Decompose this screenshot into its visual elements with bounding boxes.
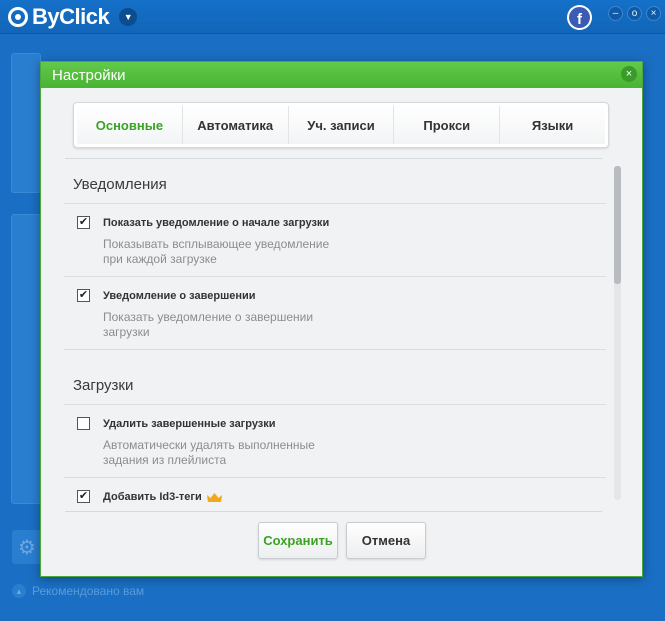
dialog-header: Настройки ×: [41, 62, 642, 88]
chevron-up-icon: ▲: [12, 584, 26, 598]
settings-content: Уведомления ✔ Показать уведомление о нач…: [64, 166, 606, 511]
setting-id3-tags: ✔ Добавить Id3-теги: [64, 478, 606, 511]
facebook-icon: f: [569, 7, 590, 28]
id3-tags-checkbox[interactable]: ✔: [77, 490, 90, 503]
section-title-downloads: Загрузки: [64, 367, 606, 405]
setting-title: Показать уведомление о начале загрузки: [103, 217, 330, 229]
tab-automation[interactable]: Автоматика: [182, 106, 289, 144]
dialog-title: Настройки: [52, 66, 126, 84]
setting-description: Показать уведомление о завершении загруз…: [103, 310, 314, 339]
minimize-button[interactable]: –: [608, 6, 623, 21]
tab-proxy[interactable]: Прокси: [394, 106, 501, 144]
start-notification-checkbox[interactable]: ✔: [77, 216, 90, 229]
maximize-button[interactable]: o: [627, 6, 642, 21]
save-button[interactable]: Сохранить: [258, 522, 338, 559]
setting-delete-completed: Удалить завершенные загрузки Автоматичес…: [64, 405, 606, 478]
tab-languages[interactable]: Языки: [500, 106, 605, 144]
delete-completed-checkbox[interactable]: [77, 417, 90, 430]
tabs-divider: [65, 158, 602, 159]
dialog-close-button[interactable]: ×: [621, 66, 637, 82]
tab-general[interactable]: Основные: [77, 106, 183, 144]
setting-title-row: Добавить Id3-теги: [103, 489, 606, 505]
tab-accounts[interactable]: Уч. записи: [288, 106, 395, 144]
footer-divider: [65, 511, 602, 512]
scrollbar-thumb[interactable]: [614, 166, 621, 284]
setting-title: Уведомление о завершении: [103, 290, 256, 302]
app-titlebar: ByClick ▼ f – o ×: [0, 0, 665, 34]
side-panel-top: [11, 53, 41, 193]
side-panel-middle: [11, 214, 41, 504]
facebook-button[interactable]: f: [567, 5, 592, 30]
byclick-logo-icon: [8, 7, 28, 27]
app-brand: ByClick: [32, 4, 110, 29]
app-logo: ByClick ▼: [8, 4, 138, 29]
setting-description: Показывать всплывающее уведомление при к…: [103, 237, 330, 266]
setting-description: Автоматически удалять выполненные задани…: [103, 438, 315, 467]
setting-complete-notification: ✔ Уведомление о завершении Показать увед…: [64, 277, 606, 350]
app-menu-chevron-icon[interactable]: ▼: [119, 8, 138, 26]
crown-icon: [206, 492, 222, 502]
setting-title: Удалить завершенные загрузки: [103, 418, 276, 430]
settings-gear-icon[interactable]: ⚙: [12, 530, 42, 564]
recommended-label: Рекомендовано вам: [32, 584, 145, 598]
window-controls: – o ×: [608, 6, 661, 21]
settings-dialog: Настройки × Основные Автоматика Уч. запи…: [40, 61, 643, 577]
cancel-button[interactable]: Отмена: [346, 522, 426, 559]
complete-notification-checkbox[interactable]: ✔: [77, 289, 90, 302]
recommended-section[interactable]: ▲ Рекомендовано вам: [12, 584, 144, 598]
setting-title: Добавить Id3-теги: [103, 491, 202, 503]
close-window-button[interactable]: ×: [646, 6, 661, 21]
section-title-notifications: Уведомления: [64, 166, 606, 204]
settings-tabs: Основные Автоматика Уч. записи Прокси Яз…: [73, 102, 609, 148]
setting-start-notification: ✔ Показать уведомление о начале загрузки…: [64, 204, 606, 277]
settings-scrollbar[interactable]: [614, 166, 621, 500]
